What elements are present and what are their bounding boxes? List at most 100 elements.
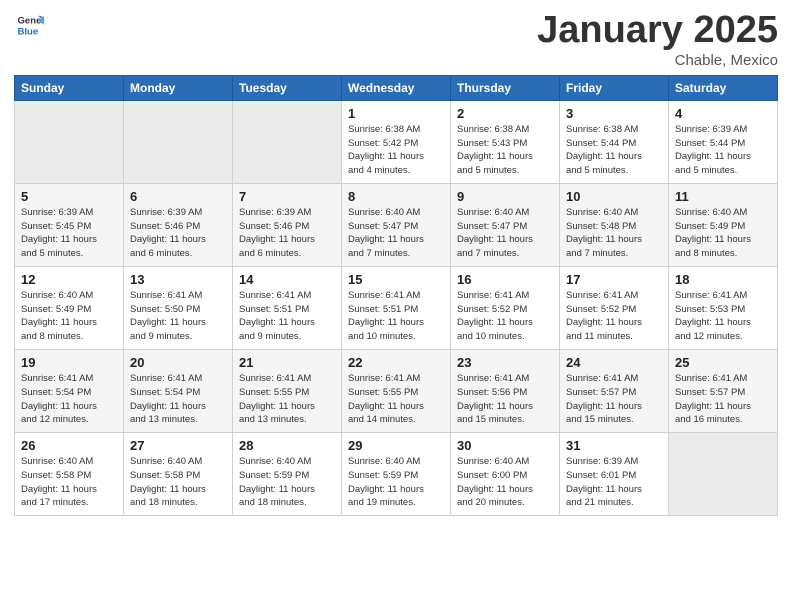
day-info: Sunrise: 6:41 AM Sunset: 5:51 PM Dayligh…	[239, 289, 335, 344]
calendar-cell: 3 Sunrise: 6:38 AM Sunset: 5:44 PM Daylig…	[560, 100, 669, 183]
calendar-cell: 26 Sunrise: 6:40 AM Sunset: 5:58 PM Dayli…	[15, 433, 124, 516]
calendar-cell: 19Sunrise: 6:41 AM Sunset: 5:54 PM Dayli…	[15, 349, 124, 432]
day-info: Sunrise: 6:40 AM Sunset: 5:49 PM Dayligh…	[21, 289, 117, 344]
day-number: 4	[675, 106, 771, 121]
day-info: Sunrise: 6:40 AM Sunset: 5:49 PM Dayligh…	[675, 206, 771, 261]
day-number: 9	[457, 189, 553, 204]
day-number: 28	[239, 438, 335, 453]
calendar-cell: 27 Sunrise: 6:40 AM Sunset: 5:58 PM Dayli…	[124, 433, 233, 516]
day-info: Sunrise: 6:41 AM Sunset: 5:53 PM Dayligh…	[675, 289, 771, 344]
calendar-cell	[669, 433, 778, 516]
day-info: Sunrise: 6:41 AM Sunset: 5:56 PM Dayligh…	[457, 372, 553, 427]
day-number: 14	[239, 272, 335, 287]
day-number: 7	[239, 189, 335, 204]
logo-icon: General Blue	[16, 10, 44, 38]
calendar-cell: 7 Sunrise: 6:39 AM Sunset: 5:46 PM Daylig…	[233, 183, 342, 266]
calendar-cell: 20 Sunrise: 6:41 AM Sunset: 5:54 PM Dayli…	[124, 349, 233, 432]
calendar-body: 1 Sunrise: 6:38 AM Sunset: 5:42 PM Daylig…	[15, 100, 778, 515]
col-header-monday: Monday	[124, 75, 233, 100]
day-number: 25	[675, 355, 771, 370]
calendar-cell: 22 Sunrise: 6:41 AM Sunset: 5:55 PM Dayli…	[342, 349, 451, 432]
day-info: Sunrise: 6:40 AM Sunset: 5:59 PM Dayligh…	[348, 455, 444, 510]
calendar-cell: 6Sunrise: 6:39 AM Sunset: 5:46 PM Daylig…	[124, 183, 233, 266]
calendar-header-row: SundayMondayTuesdayWednesdayThursdayFrid…	[15, 75, 778, 100]
calendar-cell: 10Sunrise: 6:40 AM Sunset: 5:48 PM Dayli…	[560, 183, 669, 266]
day-number: 18	[675, 272, 771, 287]
col-header-sunday: Sunday	[15, 75, 124, 100]
calendar-cell: 4Sunrise: 6:39 AM Sunset: 5:44 PM Daylig…	[669, 100, 778, 183]
calendar-cell: 31 Sunrise: 6:39 AM Sunset: 6:01 PM Dayli…	[560, 433, 669, 516]
day-info: Sunrise: 6:40 AM Sunset: 5:59 PM Dayligh…	[239, 455, 335, 510]
day-number: 31	[566, 438, 662, 453]
day-info: Sunrise: 6:41 AM Sunset: 5:52 PM Dayligh…	[566, 289, 662, 344]
calendar-cell: 28 Sunrise: 6:40 AM Sunset: 5:59 PM Dayli…	[233, 433, 342, 516]
day-number: 10	[566, 189, 662, 204]
day-info: Sunrise: 6:41 AM Sunset: 5:55 PM Dayligh…	[239, 372, 335, 427]
calendar-cell	[233, 100, 342, 183]
day-number: 16	[457, 272, 553, 287]
calendar-cell: 5 Sunrise: 6:39 AM Sunset: 5:45 PM Daylig…	[15, 183, 124, 266]
calendar-cell: 16 Sunrise: 6:41 AM Sunset: 5:52 PM Dayli…	[451, 266, 560, 349]
calendar-cell: 2 Sunrise: 6:38 AM Sunset: 5:43 PM Daylig…	[451, 100, 560, 183]
day-info: Sunrise: 6:40 AM Sunset: 5:47 PM Dayligh…	[348, 206, 444, 261]
calendar-cell: 18 Sunrise: 6:41 AM Sunset: 5:53 PM Dayli…	[669, 266, 778, 349]
month-title: January 2025	[537, 10, 778, 52]
day-info: Sunrise: 6:38 AM Sunset: 5:43 PM Dayligh…	[457, 123, 553, 178]
page: General Blue January 2025 Chable, Mexico…	[0, 0, 792, 612]
day-info: Sunrise: 6:39 AM Sunset: 5:46 PM Dayligh…	[239, 206, 335, 261]
logo: General Blue	[14, 10, 44, 43]
day-number: 5	[21, 189, 117, 204]
title-block: January 2025 Chable, Mexico	[537, 10, 778, 69]
day-number: 2	[457, 106, 553, 121]
day-info: Sunrise: 6:40 AM Sunset: 5:58 PM Dayligh…	[130, 455, 226, 510]
day-number: 13	[130, 272, 226, 287]
day-info: Sunrise: 6:39 AM Sunset: 6:01 PM Dayligh…	[566, 455, 662, 510]
day-number: 8	[348, 189, 444, 204]
day-number: 21	[239, 355, 335, 370]
day-info: Sunrise: 6:38 AM Sunset: 5:44 PM Dayligh…	[566, 123, 662, 178]
col-header-saturday: Saturday	[669, 75, 778, 100]
day-info: Sunrise: 6:40 AM Sunset: 5:58 PM Dayligh…	[21, 455, 117, 510]
day-number: 3	[566, 106, 662, 121]
day-info: Sunrise: 6:41 AM Sunset: 5:57 PM Dayligh…	[675, 372, 771, 427]
day-info: Sunrise: 6:38 AM Sunset: 5:42 PM Dayligh…	[348, 123, 444, 178]
day-number: 6	[130, 189, 226, 204]
calendar-cell: 21 Sunrise: 6:41 AM Sunset: 5:55 PM Dayli…	[233, 349, 342, 432]
week-row-1: 1 Sunrise: 6:38 AM Sunset: 5:42 PM Daylig…	[15, 100, 778, 183]
day-number: 26	[21, 438, 117, 453]
week-row-5: 26 Sunrise: 6:40 AM Sunset: 5:58 PM Dayli…	[15, 433, 778, 516]
location: Chable, Mexico	[537, 52, 778, 69]
day-number: 23	[457, 355, 553, 370]
day-info: Sunrise: 6:39 AM Sunset: 5:45 PM Dayligh…	[21, 206, 117, 261]
calendar-cell	[15, 100, 124, 183]
calendar-cell: 1 Sunrise: 6:38 AM Sunset: 5:42 PM Daylig…	[342, 100, 451, 183]
day-number: 1	[348, 106, 444, 121]
calendar-table: SundayMondayTuesdayWednesdayThursdayFrid…	[14, 75, 778, 516]
calendar-cell: 23 Sunrise: 6:41 AM Sunset: 5:56 PM Dayli…	[451, 349, 560, 432]
day-number: 24	[566, 355, 662, 370]
day-number: 20	[130, 355, 226, 370]
day-info: Sunrise: 6:41 AM Sunset: 5:50 PM Dayligh…	[130, 289, 226, 344]
calendar-cell: 29Sunrise: 6:40 AM Sunset: 5:59 PM Dayli…	[342, 433, 451, 516]
day-number: 15	[348, 272, 444, 287]
day-info: Sunrise: 6:40 AM Sunset: 6:00 PM Dayligh…	[457, 455, 553, 510]
day-info: Sunrise: 6:41 AM Sunset: 5:54 PM Dayligh…	[130, 372, 226, 427]
day-number: 19	[21, 355, 117, 370]
calendar-cell: 13 Sunrise: 6:41 AM Sunset: 5:50 PM Dayli…	[124, 266, 233, 349]
calendar-cell: 17 Sunrise: 6:41 AM Sunset: 5:52 PM Dayli…	[560, 266, 669, 349]
calendar-cell: 11Sunrise: 6:40 AM Sunset: 5:49 PM Dayli…	[669, 183, 778, 266]
calendar-cell	[124, 100, 233, 183]
calendar-cell: 12Sunrise: 6:40 AM Sunset: 5:49 PM Dayli…	[15, 266, 124, 349]
col-header-wednesday: Wednesday	[342, 75, 451, 100]
day-number: 22	[348, 355, 444, 370]
day-number: 17	[566, 272, 662, 287]
col-header-friday: Friday	[560, 75, 669, 100]
week-row-3: 12Sunrise: 6:40 AM Sunset: 5:49 PM Dayli…	[15, 266, 778, 349]
day-number: 27	[130, 438, 226, 453]
calendar-cell: 25 Sunrise: 6:41 AM Sunset: 5:57 PM Dayli…	[669, 349, 778, 432]
day-info: Sunrise: 6:41 AM Sunset: 5:52 PM Dayligh…	[457, 289, 553, 344]
day-info: Sunrise: 6:41 AM Sunset: 5:55 PM Dayligh…	[348, 372, 444, 427]
col-header-thursday: Thursday	[451, 75, 560, 100]
week-row-4: 19 Sunrise: 6:41 AM Sunset: 5:54 PM Dayli…	[15, 349, 778, 432]
calendar-cell: 9Sunrise: 6:40 AM Sunset: 5:47 PM Daylig…	[451, 183, 560, 266]
